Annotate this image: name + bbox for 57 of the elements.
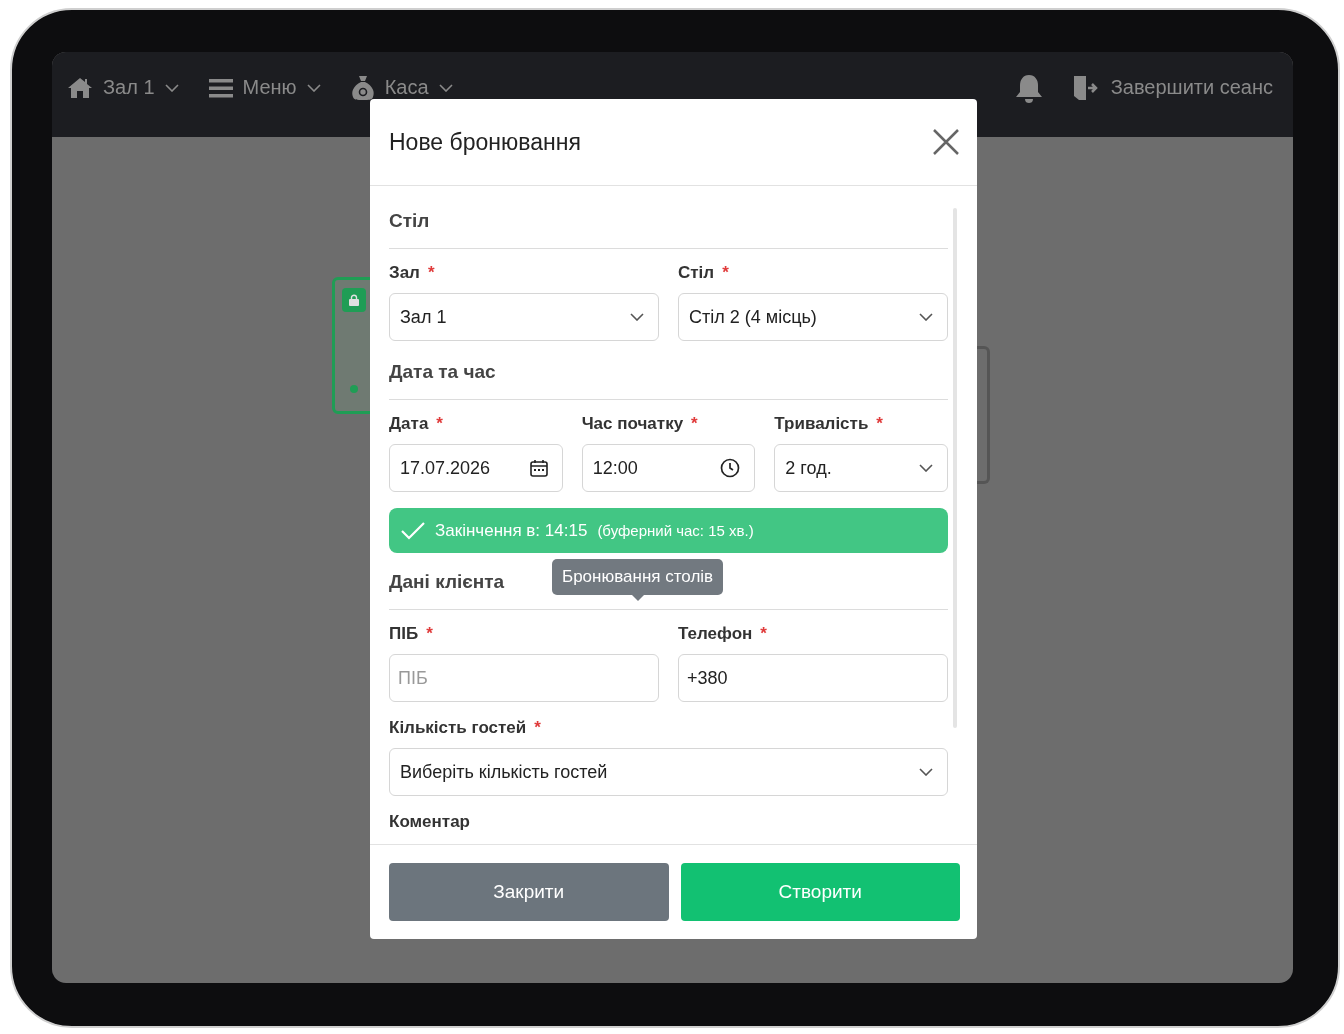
field-label: ПІБ <box>389 624 419 644</box>
chevron-down-icon <box>919 768 933 776</box>
field-label: Телефон <box>678 624 753 644</box>
required-mark: * <box>534 718 541 738</box>
close-button[interactable]: Закрити <box>389 863 669 921</box>
required-mark: * <box>876 414 883 434</box>
nav-dropdown[interactable]: Каса <box>350 74 453 101</box>
required-mark: * <box>426 624 433 644</box>
dropdown[interactable]: Виберіть кількість гостей <box>389 748 948 796</box>
section-title: Дата та час <box>389 361 496 383</box>
menu-icon <box>208 77 233 98</box>
exit-door-icon <box>1072 74 1099 101</box>
field-label: Зал <box>389 263 420 283</box>
chevron-down-icon <box>438 83 453 92</box>
chevron-down-icon <box>164 83 179 92</box>
lock-icon <box>349 294 359 306</box>
tooltip: Бронювання столів <box>552 559 724 595</box>
field-label: Час початку <box>581 414 684 434</box>
bell-icon[interactable] <box>1014 72 1043 103</box>
chevron-down-icon <box>919 313 933 321</box>
time-field[interactable]: 12:00 <box>581 444 756 492</box>
money-bag-icon <box>350 74 375 101</box>
chevron-down-icon <box>306 83 321 92</box>
required-mark: * <box>760 624 767 644</box>
calendar-icon <box>529 459 548 477</box>
required-mark: * <box>722 263 729 283</box>
status-dot <box>350 385 358 393</box>
dropdown[interactable]: Стіл 2 (4 місць) <box>678 293 948 341</box>
dialog-title: Нове бронювання <box>389 128 581 156</box>
chevron-down-icon <box>630 313 644 321</box>
buffer-note: (буферний час: 15 хв.) <box>597 522 754 539</box>
field-label: Дата <box>389 414 429 434</box>
required-mark: * <box>436 414 443 434</box>
field-label: Кількість гостей <box>389 718 527 738</box>
section-title: Стіл <box>389 210 430 232</box>
field-label: Стіл <box>678 263 715 283</box>
end-time-text: Закінчення в: 14:15 <box>435 520 588 541</box>
checkmark-icon <box>401 521 425 540</box>
chevron-down-icon <box>919 464 933 472</box>
nav-dropdown[interactable]: Меню <box>208 76 321 99</box>
clock-icon <box>720 458 741 478</box>
input-field[interactable]: ПІБ <box>389 654 659 702</box>
nav-dropdown[interactable]: Зал 1 <box>67 76 179 99</box>
field-label: Коментар <box>389 812 470 832</box>
input-field[interactable]: +380 <box>678 654 948 702</box>
required-mark: * <box>691 414 698 434</box>
date-field[interactable]: 17.07.2026 <box>389 444 563 492</box>
field-label: Тривалість <box>774 414 869 434</box>
required-mark: * <box>427 263 435 283</box>
section-title: Дані клієнта <box>389 571 505 593</box>
logout-button[interactable]: Завершити сеанс <box>1072 74 1273 101</box>
close-icon <box>931 127 961 157</box>
dropdown[interactable]: 2 год. <box>774 444 948 492</box>
tooltip-arrow-icon <box>631 595 644 601</box>
close-button[interactable] <box>931 127 961 157</box>
house-icon <box>67 76 93 99</box>
dropdown[interactable]: Зал 1 <box>389 293 659 341</box>
